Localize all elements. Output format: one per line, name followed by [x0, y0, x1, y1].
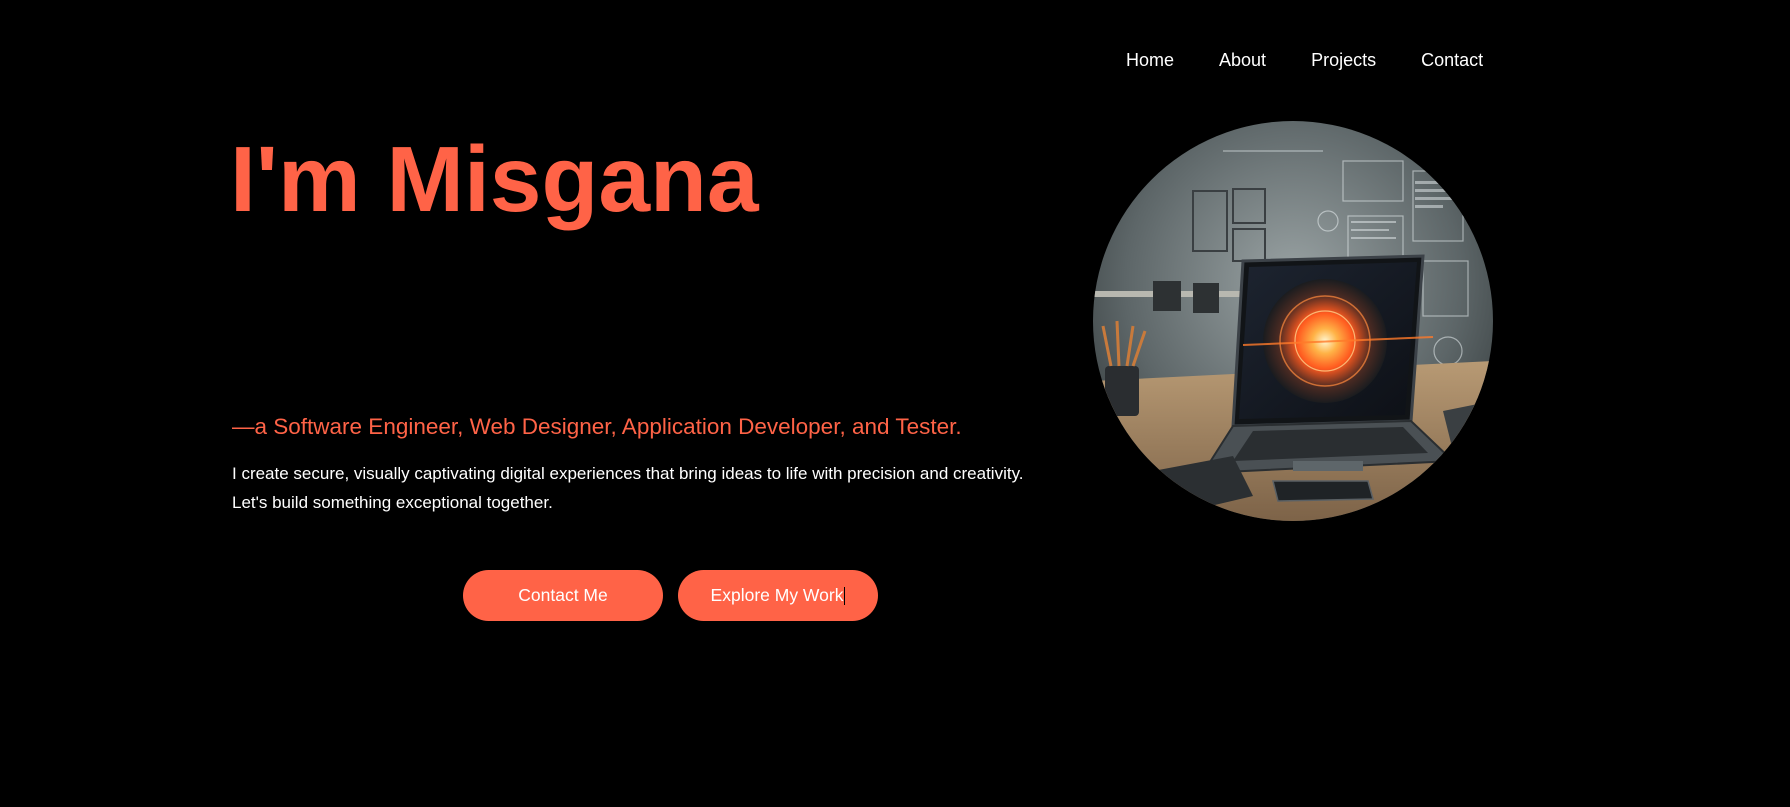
page: Home About Projects Contact I'm Misgana … [0, 0, 1790, 807]
laptop-workspace-illustration [1093, 121, 1493, 521]
text-caret [844, 586, 846, 605]
nav-projects-link[interactable]: Projects [1311, 50, 1376, 71]
main-nav: Home About Projects Contact [1126, 50, 1483, 71]
contact-me-button[interactable]: Contact Me [463, 570, 663, 621]
hero-image [1093, 121, 1493, 521]
hero-description: I create secure, visually captivating di… [232, 464, 1024, 512]
hero-tagline: —a Software Engineer, Web Designer, Appl… [232, 414, 962, 439]
explore-work-button[interactable]: Explore My Work [678, 570, 878, 621]
nav-about-link[interactable]: About [1219, 50, 1266, 71]
hero-title: I'm Misgana [230, 127, 759, 231]
nav-contact-link[interactable]: Contact [1421, 50, 1483, 71]
nav-home-link[interactable]: Home [1126, 50, 1174, 71]
contact-me-label: Contact Me [518, 585, 608, 605]
explore-work-label: Explore My Work [710, 585, 844, 605]
